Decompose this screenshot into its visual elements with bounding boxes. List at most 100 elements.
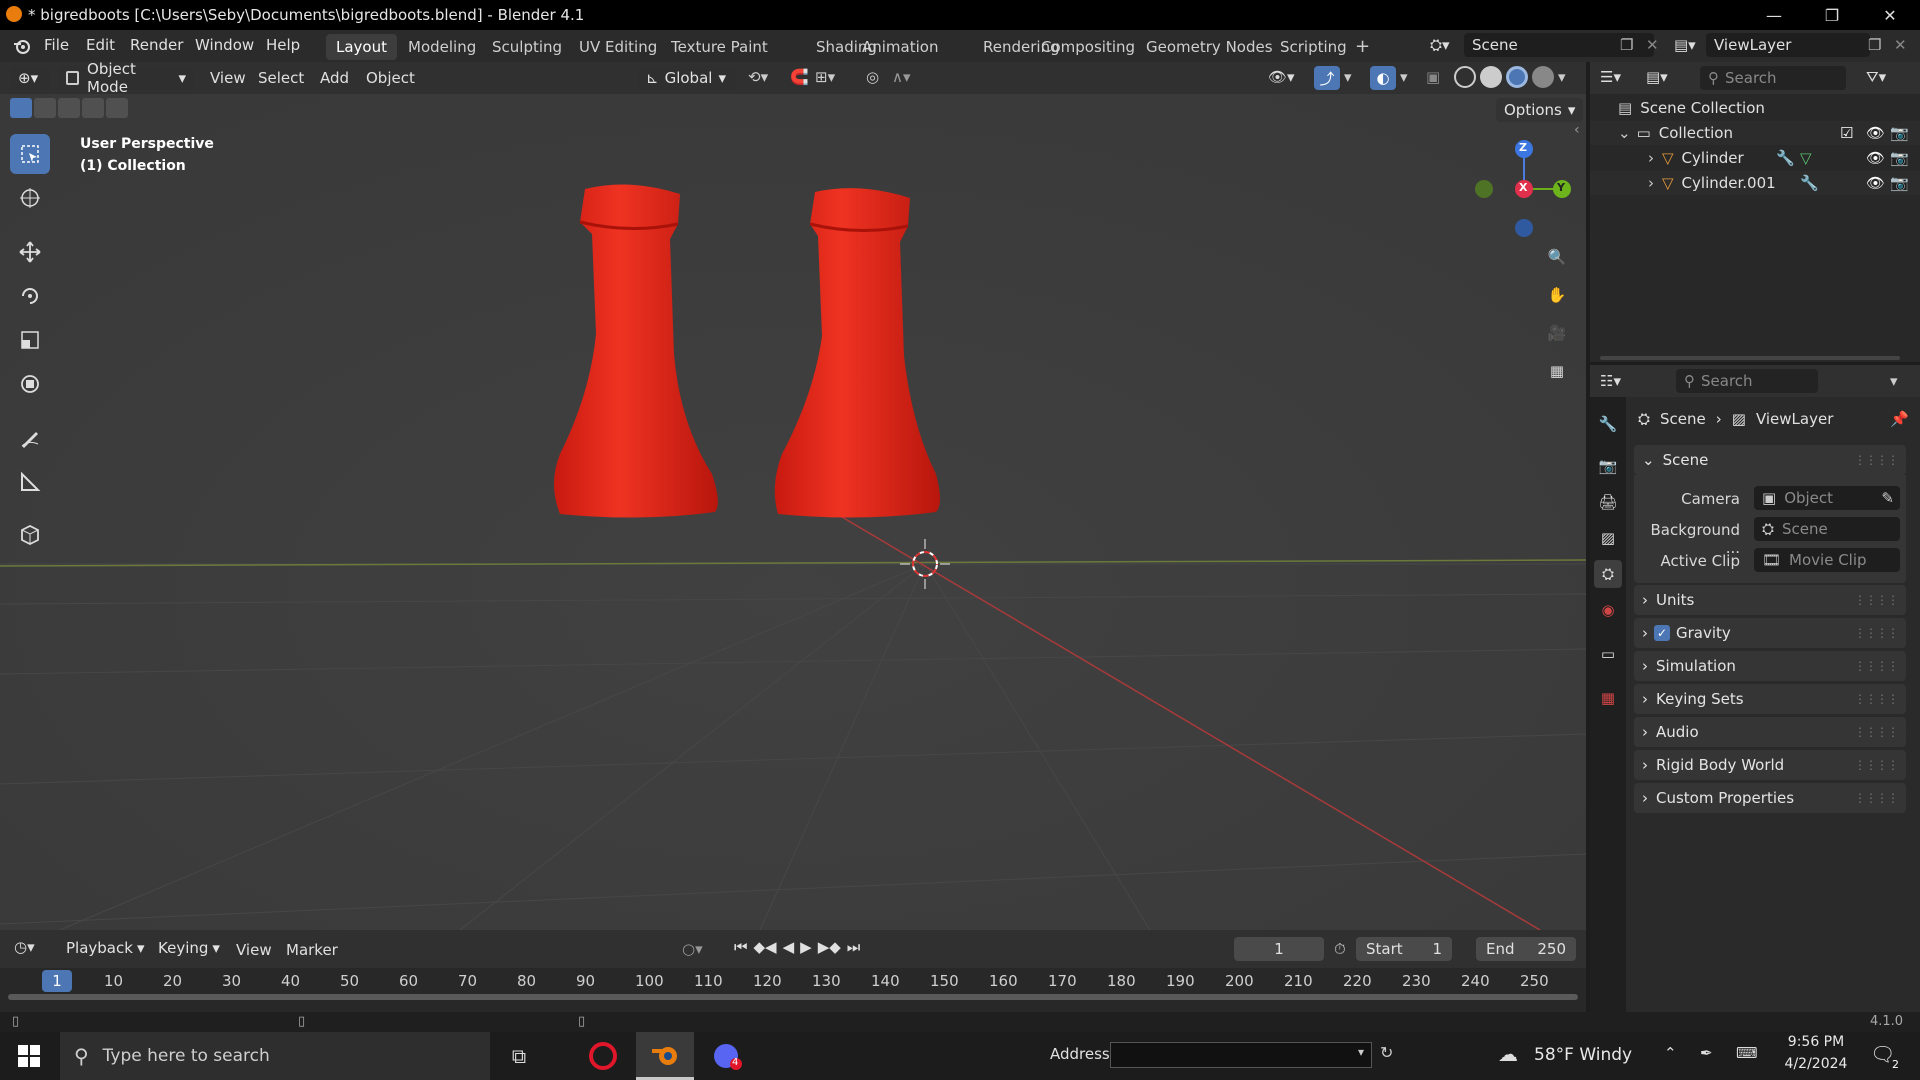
windows-start-icon[interactable] [18, 1045, 40, 1071]
properties-search-input[interactable]: ⚲ Search [1676, 369, 1818, 393]
collection-tab-icon[interactable]: ▭ [1594, 640, 1622, 668]
scene-delete-icon[interactable]: ✕ [1646, 36, 1659, 54]
proportional-edit-icon[interactable]: ◎ [866, 68, 879, 86]
outliner-editor-icon[interactable]: ☰▾ [1600, 68, 1621, 86]
units-panel[interactable]: › Units ⋮⋮⋮⋮ [1634, 585, 1906, 615]
chevron-down-icon[interactable]: ▾ [1890, 372, 1898, 390]
filter-icon[interactable]: ⛛▾ [1866, 68, 1886, 86]
play-icon[interactable]: ▶ [800, 938, 812, 956]
world-tab-icon[interactable]: ◉ [1594, 596, 1622, 624]
chevron-right-icon[interactable]: › [1648, 174, 1654, 192]
chevron-up-icon[interactable]: ⌃ [1664, 1044, 1677, 1062]
3d-viewport[interactable]: Z X Y User Perspective (1) Collection Op… [0, 94, 1586, 930]
measure-tool-icon[interactable] [10, 462, 50, 502]
exclude-checkbox-icon[interactable]: ☑ [1840, 124, 1853, 142]
pen-icon[interactable]: ✒ [1700, 1044, 1713, 1062]
drag-grip-icon[interactable]: ⋮⋮⋮⋮ [1854, 725, 1899, 739]
snap-target-icon[interactable]: ⊞▾ [815, 68, 835, 86]
active-clip-field[interactable]: 🎞 Movie Clip [1754, 548, 1900, 572]
modifier-wrench-icon[interactable]: 🔧 [1776, 149, 1795, 167]
viewport-menu-add[interactable]: Add [320, 69, 349, 87]
drag-grip-icon[interactable]: ⋮⋮⋮⋮ [1854, 453, 1899, 467]
rendered-shading-icon[interactable] [1532, 66, 1554, 88]
select-invert-icon[interactable] [82, 98, 104, 118]
viewlayer-delete-icon[interactable]: ✕ [1894, 36, 1907, 54]
pan-hand-icon[interactable]: ✋ [1540, 278, 1574, 312]
viewlayer-field[interactable]: ViewLayer [1706, 33, 1870, 57]
rotate-tool-icon[interactable] [10, 276, 50, 316]
opera-app-icon[interactable] [574, 1032, 632, 1080]
eye-icon[interactable]: 👁 [1866, 149, 1885, 167]
properties-editor-icon[interactable]: ☷▾ [1600, 372, 1621, 390]
tab-geometry-nodes[interactable]: Geometry Nodes [1136, 34, 1283, 60]
end-frame-field[interactable]: End 250 [1476, 937, 1576, 961]
transform-orientation-dropdown[interactable]: ⊾ Global ▾ [638, 66, 736, 90]
options-dropdown[interactable]: Options ▾ [1496, 98, 1584, 122]
maximize-button[interactable]: ❐ [1803, 0, 1861, 30]
close-button[interactable]: ✕ [1861, 0, 1919, 30]
outliner-search-input[interactable]: ⚲ Search [1700, 66, 1846, 90]
texture-tab-icon[interactable]: ▦ [1594, 684, 1622, 712]
outliner-row-collection[interactable]: ⌄ ▭ Collection ☑ 👁 📷 [1590, 121, 1920, 145]
start-frame-field[interactable]: Start 1 [1356, 937, 1452, 961]
keyboard-icon[interactable]: ⌨ [1736, 1044, 1758, 1062]
drag-grip-icon[interactable]: ⋮⋮⋮⋮ [1854, 692, 1899, 706]
select-box-tool-icon[interactable] [10, 134, 50, 174]
add-cube-tool-icon[interactable] [10, 514, 50, 554]
modifier-wrench-icon[interactable]: 🔧 [1800, 174, 1819, 192]
editor-type-icon[interactable]: ⊕▾ [10, 66, 50, 90]
task-view-icon[interactable]: ⧉ [490, 1032, 548, 1080]
outliner-row-cylinder[interactable]: › ▽ Cylinder 🔧 ▽ 👁 📷 [1590, 146, 1920, 170]
weather-text[interactable]: 58°F Windy [1534, 1045, 1632, 1065]
mode-dropdown[interactable]: Object Mode ▾ [58, 60, 194, 96]
tab-scripting[interactable]: Scripting [1270, 34, 1357, 60]
scene-tab-icon[interactable]: ⛭ [1594, 560, 1622, 588]
falloff-icon[interactable]: ∧▾ [892, 68, 911, 86]
chevron-down-icon[interactable]: ▾ [1358, 1045, 1364, 1059]
camera-render-icon[interactable]: 📷 [1890, 149, 1909, 167]
timeline-menu-view[interactable]: View [236, 941, 272, 959]
drag-grip-icon[interactable]: ⋮⋮⋮⋮ [1854, 791, 1899, 805]
address-input[interactable] [1110, 1042, 1372, 1068]
select-subtract-icon[interactable] [58, 98, 80, 118]
timeline-scrollbar[interactable] [8, 994, 1578, 1000]
visibility-icon[interactable]: 👁▾ [1268, 68, 1295, 86]
chevron-down-icon[interactable]: ▾ [1558, 68, 1566, 86]
minimize-button[interactable]: — [1745, 0, 1803, 30]
transform-tool-icon[interactable] [10, 364, 50, 404]
move-tool-icon[interactable] [10, 232, 50, 272]
display-mode-icon[interactable]: ▤▾ [1646, 68, 1668, 86]
select-extend-icon[interactable] [34, 98, 56, 118]
drag-grip-icon[interactable]: ⋮⋮⋮⋮ [1854, 593, 1899, 607]
auto-keying-icon[interactable]: ○▾ [682, 940, 703, 958]
pivot-point-icon[interactable]: ⟲▾ [748, 68, 768, 86]
tab-uv-editing[interactable]: UV Editing [569, 34, 667, 60]
drag-grip-icon[interactable]: ⋮⋮⋮⋮ [1854, 626, 1899, 640]
solid-shading-icon[interactable] [1480, 66, 1502, 88]
chevron-down-icon[interactable]: ▾ [1344, 68, 1352, 86]
tool-tab-icon[interactable]: 🔧 [1594, 410, 1622, 438]
timeline-menu-keying[interactable]: Keying ▾ [150, 936, 228, 960]
viewport-menu-select[interactable]: Select [258, 69, 304, 87]
blender-app-icon[interactable] [636, 1032, 694, 1080]
stopwatch-icon[interactable]: ⏱ [1334, 940, 1346, 958]
outliner-row-scene-collection[interactable]: ▤ Scene Collection [1590, 96, 1920, 120]
camera-field[interactable]: ▣ Object ✎ [1754, 486, 1900, 510]
tab-compositing[interactable]: Compositing [1031, 34, 1145, 60]
zoom-icon[interactable]: 🔍 [1540, 240, 1574, 274]
tab-animation[interactable]: Animation [852, 34, 948, 60]
chevron-down-icon[interactable]: ⌄ [1618, 124, 1631, 142]
gravity-checkbox[interactable]: ✓ [1654, 625, 1670, 641]
wireframe-shading-icon[interactable] [1454, 66, 1476, 88]
select-new-icon[interactable] [10, 98, 32, 118]
gizmo-toggle-icon[interactable]: ⤴ [1314, 66, 1340, 90]
viewport-menu-object[interactable]: Object [366, 69, 415, 87]
scene-browse-icon[interactable]: ⛭▾ [1430, 36, 1458, 58]
keying-sets-panel[interactable]: › Keying Sets ⋮⋮⋮⋮ [1634, 684, 1906, 714]
simulation-panel[interactable]: › Simulation ⋮⋮⋮⋮ [1634, 651, 1906, 681]
jump-start-icon[interactable]: ⏮ [734, 938, 748, 956]
timeline-menu-marker[interactable]: Marker [286, 941, 338, 959]
menu-help[interactable]: Help [266, 36, 300, 54]
blender-menu-icon[interactable] [12, 36, 32, 56]
prev-keyframe-icon[interactable]: ◆◀ [754, 938, 777, 956]
